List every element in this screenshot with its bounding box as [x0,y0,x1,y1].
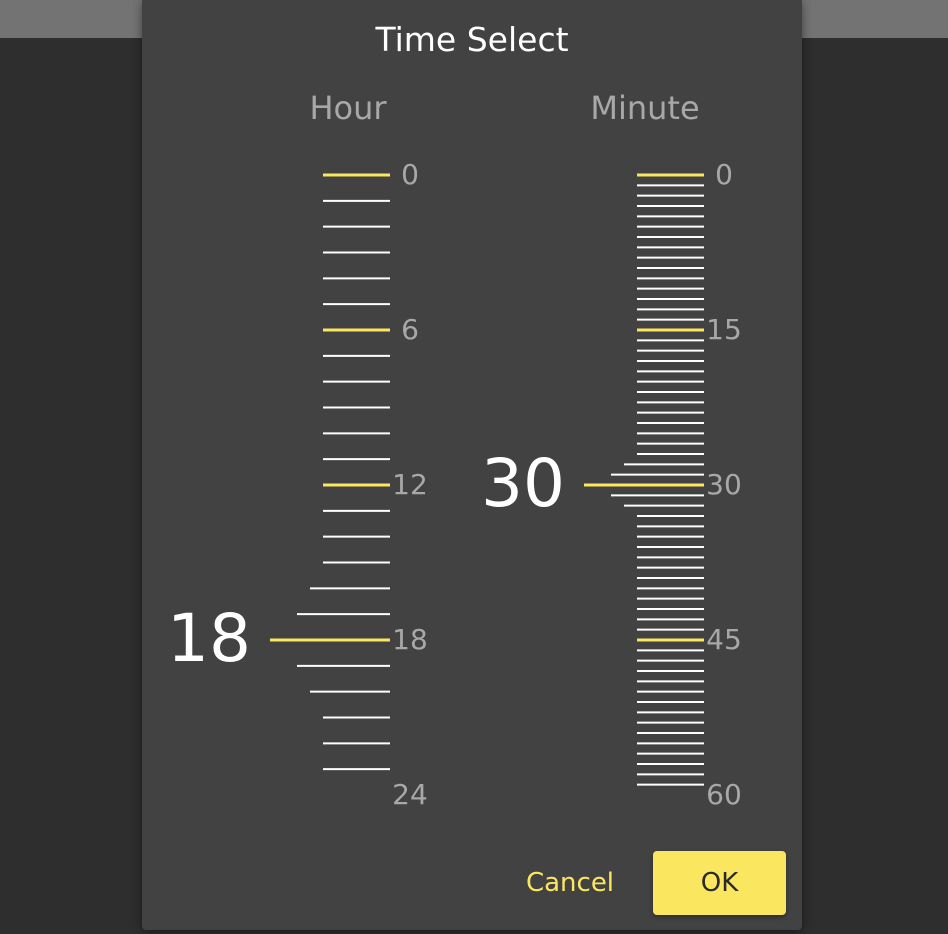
hour-ruler[interactable] [270,173,390,771]
hour-tick-label: 24 [392,778,428,811]
hour-tick-label: 6 [401,313,419,346]
minute-tick-label: 0 [715,158,733,191]
minute-tick-label: 60 [706,778,742,811]
minute-tick-label: 30 [706,468,742,501]
time-select-dialog: Time Select Hour Minute 0 6 12 18 24 0 1… [142,0,802,930]
ok-button[interactable]: OK [653,851,786,915]
cancel-button[interactable]: Cancel [512,858,628,908]
hour-tick-label: 12 [392,468,428,501]
minute-ruler[interactable] [584,173,704,786]
minute-tick-label: 15 [706,313,742,346]
minute-tick-label: 45 [706,623,742,656]
selected-minute-value: 30 [481,445,565,522]
hour-tick-label: 18 [392,623,428,656]
hour-tick-label: 0 [401,158,419,191]
selected-hour-value: 18 [167,600,251,677]
